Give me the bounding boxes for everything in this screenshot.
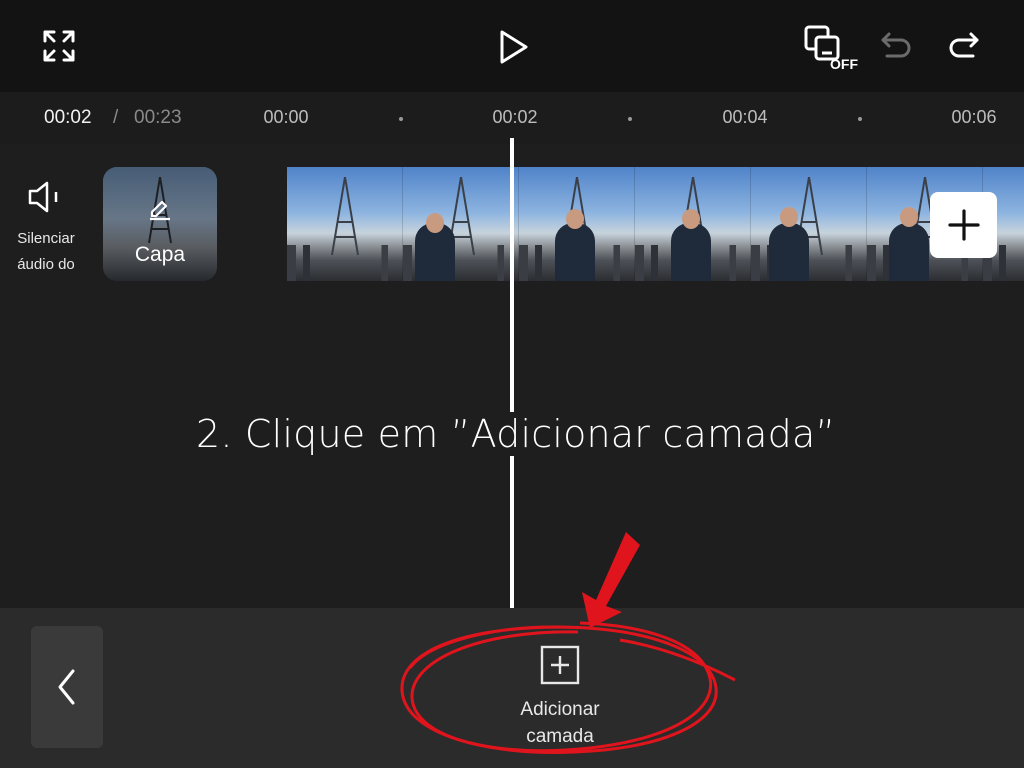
time-separator: /	[113, 107, 119, 128]
ruler-tick-label: 00:06	[951, 107, 997, 127]
add-layer-button[interactable]: Adicionar camada	[490, 640, 630, 750]
chevron-left-icon	[58, 669, 75, 705]
add-layer-label-line2: camada	[526, 726, 594, 747]
clip-frame	[751, 167, 867, 281]
speaker-icon	[0, 180, 92, 226]
fullscreen-icon[interactable]	[36, 26, 82, 66]
mute-audio-button[interactable]: Silenciar áudio do	[0, 180, 92, 278]
redo-icon[interactable]	[940, 26, 986, 66]
current-time: 00:02	[44, 107, 92, 128]
undo-icon[interactable]	[874, 26, 920, 66]
ruler-dot	[858, 117, 862, 121]
playhead[interactable]	[510, 138, 514, 608]
play-icon[interactable]	[490, 24, 536, 70]
ruler-tick-label: 00:00	[263, 107, 309, 127]
ruler-tick-label: 00:04	[722, 107, 768, 127]
ruler-dot	[399, 117, 403, 121]
clip-frame	[519, 167, 635, 281]
total-time: 00:23	[134, 107, 182, 128]
cover-button[interactable]: Capa	[103, 167, 217, 281]
mute-label-line2: áudio do	[17, 256, 75, 273]
add-layer-label-line1: Adicionar	[520, 699, 600, 720]
ruler-tick-label: 00:02	[492, 107, 538, 127]
clip-frame	[635, 167, 751, 281]
clip-frame	[403, 167, 519, 281]
picture-in-picture-off-icon[interactable]: OFF	[800, 22, 860, 72]
ruler-dot	[628, 117, 632, 121]
back-button[interactable]	[31, 626, 103, 748]
mute-label-line1: Silenciar	[17, 230, 75, 247]
pip-badge-text: OFF	[830, 56, 858, 71]
top-toolbar: OFF	[0, 0, 1024, 92]
cover-label: Capa	[134, 243, 186, 266]
add-square-icon	[490, 640, 630, 690]
video-clip-filmstrip[interactable]	[287, 167, 1024, 281]
clip-frame	[287, 167, 403, 281]
instruction-caption: 2. Clique em ”Adicionar camada”	[194, 412, 838, 456]
edit-pencil-icon	[150, 200, 170, 221]
plus-icon	[947, 209, 980, 241]
add-clip-button[interactable]	[930, 192, 997, 258]
